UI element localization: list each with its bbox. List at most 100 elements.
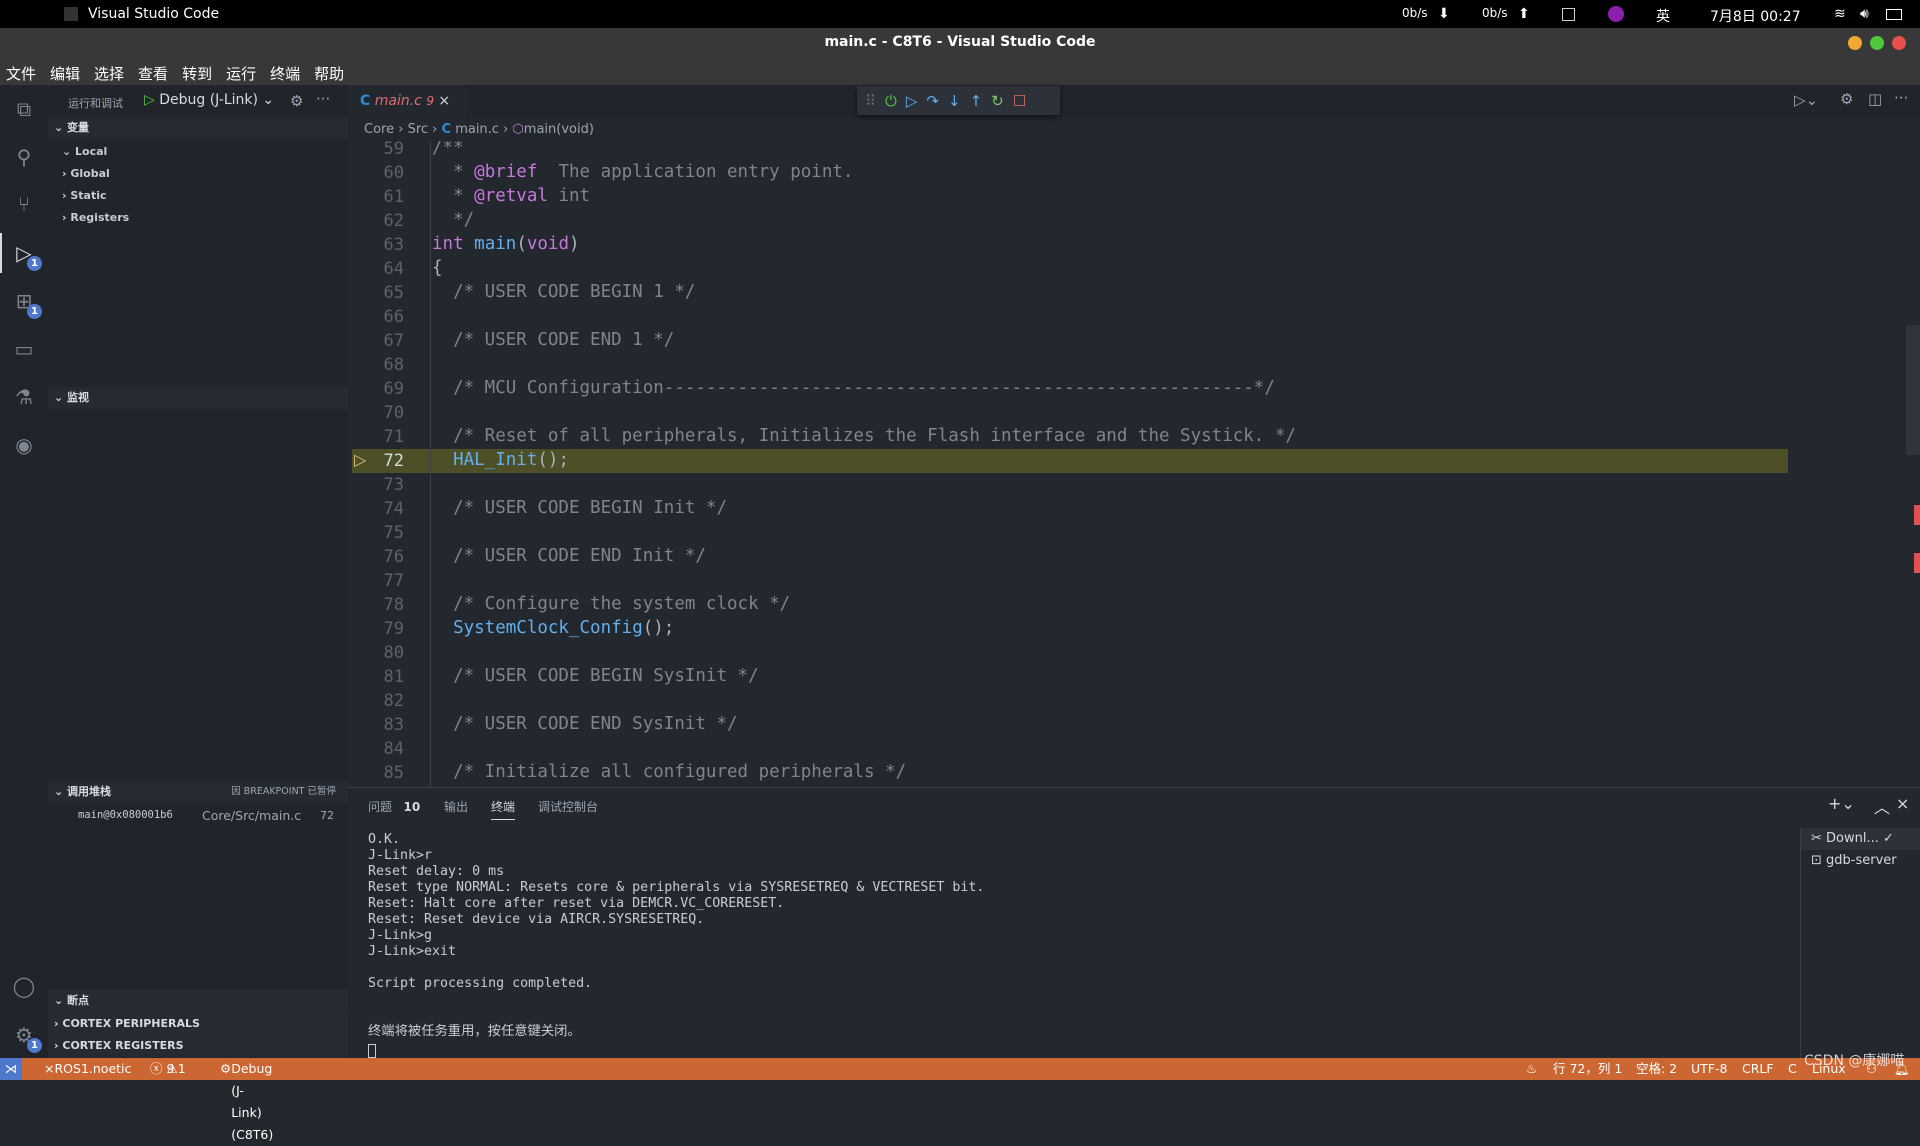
- code-line[interactable]: 66: [348, 305, 1788, 329]
- code-line[interactable]: 76 /* USER CODE END Init */: [348, 545, 1788, 569]
- call-stack-frame[interactable]: main@0x080001b6 Core/Src/main.c 72: [48, 805, 348, 827]
- crumb-src[interactable]: Src: [408, 122, 428, 137]
- code-line[interactable]: 62 */: [348, 209, 1788, 233]
- accounts-icon[interactable]: ⚇: [1866, 1058, 1877, 1080]
- settings-gear-icon[interactable]: ⚙ 1: [12, 1023, 42, 1053]
- account-icon[interactable]: ◯: [12, 974, 36, 998]
- encoding[interactable]: UTF-8: [1691, 1058, 1727, 1080]
- code-line[interactable]: 59 /**: [348, 141, 1788, 161]
- testing-icon[interactable]: ⚗: [12, 385, 36, 409]
- code-line[interactable]: 69 /* MCU Configuration-----------------…: [348, 377, 1788, 401]
- new-terminal-icon[interactable]: +⌄: [1828, 794, 1855, 813]
- clock[interactable]: 7月8日 00:27: [1710, 6, 1801, 26]
- variables-section-header[interactable]: ⌄ 变量: [48, 117, 348, 139]
- remote-explorer-icon[interactable]: ▭: [12, 337, 36, 361]
- step-into-icon[interactable]: ↓: [948, 92, 961, 110]
- remote-indicator-icon[interactable]: ⋊: [0, 1058, 22, 1080]
- code-line[interactable]: 70: [348, 401, 1788, 425]
- menu-file[interactable]: 文件: [6, 63, 36, 84]
- menu-selection[interactable]: 选择: [94, 63, 124, 84]
- split-editor-icon[interactable]: ◫: [1868, 90, 1882, 108]
- cortex-peripherals-header[interactable]: › CORTEX PERIPHERALS: [48, 1013, 348, 1035]
- debug-config-select[interactable]: ▷ Debug (J-Link) ⌄: [144, 92, 274, 108]
- menu-edit[interactable]: 编辑: [50, 63, 80, 84]
- code-line[interactable]: 84: [348, 737, 1788, 761]
- terminal-item-gdb[interactable]: ⊡ gdb-server: [1801, 850, 1920, 872]
- code-line[interactable]: 64 {: [348, 257, 1788, 281]
- code-line[interactable]: 61 * @retval int: [348, 185, 1788, 209]
- gear-icon[interactable]: ⚙: [1840, 90, 1853, 108]
- call-stack-section-header[interactable]: ⌄ 调用堆栈因 BREAKPOINT 已暂停: [48, 781, 348, 803]
- disconnect-icon[interactable]: ⏻: [885, 92, 897, 110]
- breakpoints-section-header[interactable]: ⌄ 断点: [48, 990, 348, 1012]
- code-line[interactable]: 78 /* Configure the system clock */: [348, 593, 1788, 617]
- minimize-button[interactable]: [1848, 36, 1862, 50]
- code-line[interactable]: 80: [348, 641, 1788, 665]
- tab-main-c[interactable]: C main.c 9 ×: [348, 85, 466, 117]
- cursor-position[interactable]: 行 72，列 1: [1553, 1058, 1622, 1080]
- flame-app-icon[interactable]: [1608, 6, 1624, 22]
- tab-problems[interactable]: 问题 10: [368, 798, 420, 815]
- battery-icon[interactable]: [1886, 9, 1902, 20]
- espressif-icon[interactable]: ◉: [12, 433, 36, 457]
- maximize-button[interactable]: [1870, 36, 1884, 50]
- wifi-icon[interactable]: ≋: [1834, 6, 1846, 22]
- cortex-registers-header[interactable]: › CORTEX REGISTERS: [48, 1035, 348, 1057]
- code-line[interactable]: 71 /* Reset of all peripherals, Initiali…: [348, 425, 1788, 449]
- language-mode[interactable]: C: [1788, 1058, 1797, 1080]
- crumb-core[interactable]: Core: [364, 122, 394, 137]
- debug-status[interactable]: ⚙ Debug (J-Link) (C8T6): [220, 1058, 273, 1142]
- indentation[interactable]: 空格: 2: [1636, 1058, 1677, 1080]
- code-line[interactable]: 60 * @brief The application entry point.: [348, 161, 1788, 185]
- search-icon[interactable]: ⚲: [12, 145, 36, 169]
- restart-icon[interactable]: ↻: [991, 92, 1004, 110]
- watch-section-header[interactable]: ⌄ 监视: [48, 387, 348, 409]
- menu-view[interactable]: 查看: [138, 63, 168, 84]
- problems-status[interactable]: ⓧ 9 ⚠ 1: [150, 1058, 186, 1080]
- run-debug-dropdown-icon[interactable]: ▷⌄: [1794, 91, 1818, 109]
- tab-output[interactable]: 输出: [444, 798, 468, 815]
- close-tab-icon[interactable]: ×: [438, 93, 450, 109]
- continue-icon[interactable]: ▷: [906, 92, 918, 110]
- menu-help[interactable]: 帮助: [314, 63, 344, 84]
- code-line[interactable]: 83 /* USER CODE END SysInit */: [348, 713, 1788, 737]
- code-line[interactable]: 77: [348, 569, 1788, 593]
- tab-terminal[interactable]: 终端: [491, 798, 516, 820]
- more-actions-icon[interactable]: ···: [1894, 89, 1908, 107]
- explorer-icon[interactable]: ⧉: [12, 97, 36, 121]
- code-line[interactable]: ▷ 72 HAL_Init();: [348, 449, 1788, 473]
- code-line[interactable]: 79 SystemClock_Config();: [348, 617, 1788, 641]
- run-debug-icon[interactable]: ▷ 1: [12, 241, 42, 271]
- volume-icon[interactable]: 🔊︎: [1860, 6, 1869, 22]
- source-control-icon[interactable]: ⑂: [12, 192, 36, 216]
- code-line[interactable]: 65 /* USER CODE BEGIN 1 */: [348, 281, 1788, 305]
- remote-status[interactable]: × ROS1.noetic: [44, 1058, 131, 1080]
- code-line[interactable]: 68: [348, 353, 1788, 377]
- code-line[interactable]: 81 /* USER CODE BEGIN SysInit */: [348, 665, 1788, 689]
- step-over-icon[interactable]: ↷: [926, 92, 939, 110]
- crumb-file[interactable]: main.c: [455, 122, 499, 137]
- code-line[interactable]: 73: [348, 473, 1788, 497]
- more-icon[interactable]: ···: [316, 90, 330, 108]
- variables-global[interactable]: › Global: [62, 167, 110, 180]
- flame-icon[interactable]: ♨: [1526, 1058, 1537, 1080]
- start-debug-icon[interactable]: ▷: [144, 92, 159, 108]
- code-area[interactable]: 59 /** 60 * @brief The application entry p…: [348, 141, 1788, 787]
- close-button[interactable]: [1892, 36, 1906, 50]
- code-line[interactable]: 85 /* Initialize all configured peripher…: [348, 761, 1788, 785]
- tab-debug-console[interactable]: 调试控制台: [538, 798, 598, 815]
- code-line[interactable]: 63 int main(void): [348, 233, 1788, 257]
- code-line[interactable]: 82: [348, 689, 1788, 713]
- maximize-panel-icon[interactable]: ︿: [1874, 794, 1890, 818]
- variables-static[interactable]: › Static: [62, 189, 107, 202]
- close-panel-icon[interactable]: ×: [1896, 794, 1909, 813]
- step-out-icon[interactable]: ↑: [970, 92, 983, 110]
- extensions-icon[interactable]: ⊞ 1: [12, 289, 42, 319]
- variables-local[interactable]: ⌄ Local: [62, 145, 107, 158]
- input-method[interactable]: 英: [1656, 6, 1670, 26]
- scrollbar-thumb[interactable]: [1906, 325, 1920, 455]
- gear-icon[interactable]: ⚙: [290, 92, 303, 110]
- drag-handle-icon[interactable]: ⠿: [865, 92, 876, 110]
- code-line[interactable]: 74 /* USER CODE BEGIN Init */: [348, 497, 1788, 521]
- terminal-item-download[interactable]: ✂ Downl... ✓: [1801, 828, 1920, 850]
